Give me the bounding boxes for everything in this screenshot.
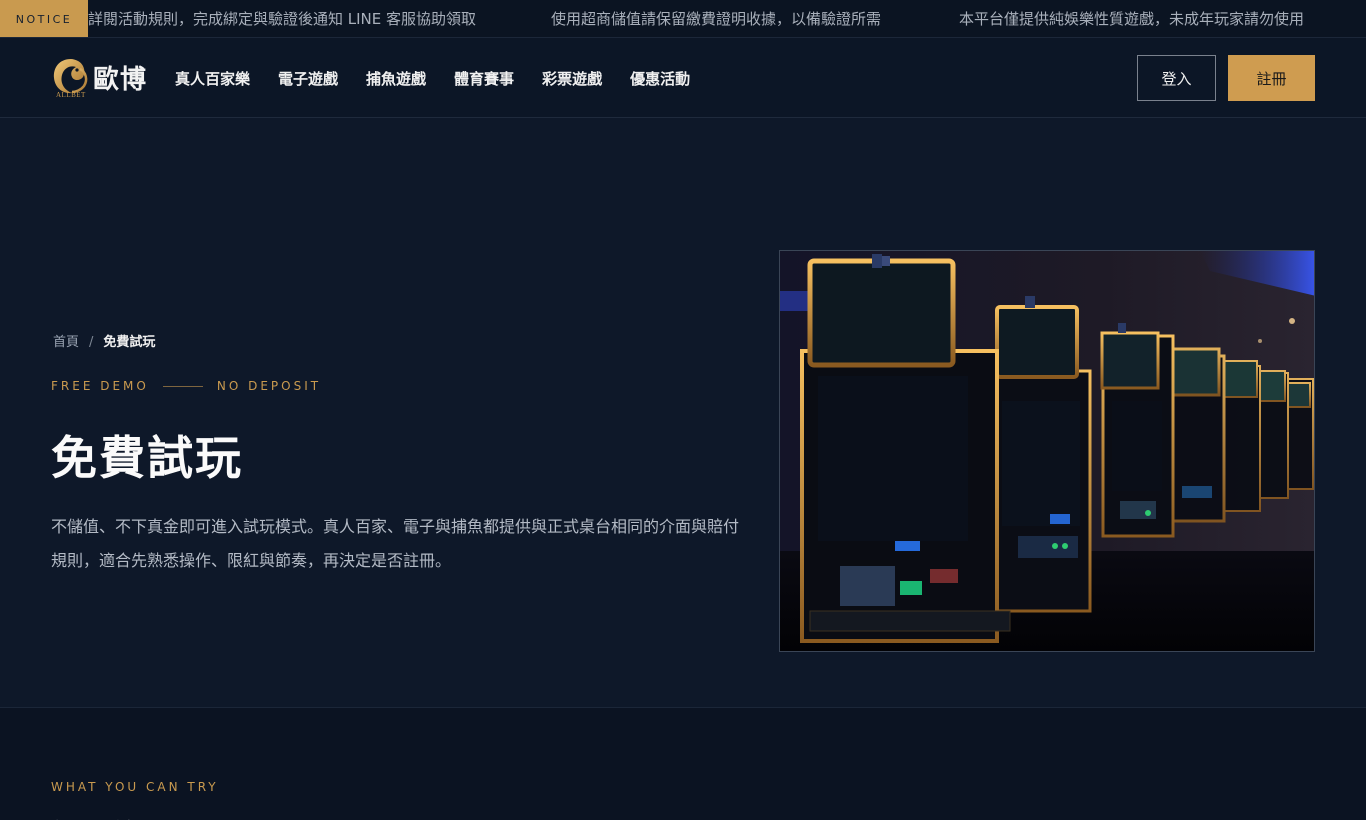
nav-slots[interactable]: 電子遊戲 bbox=[278, 68, 338, 89]
try-categories-section: WHAT YOU CAN TRY 試玩的三大分類 bbox=[0, 707, 1366, 820]
nav-lottery[interactable]: 彩票遊戲 bbox=[542, 68, 602, 89]
hero-eyebrow: FREE DEMO NO DEPOSIT bbox=[51, 379, 321, 393]
eyebrow-divider bbox=[162, 385, 203, 387]
slot-machines-photo bbox=[779, 250, 1315, 652]
site-header: 歐博 ALLBET 真人百家樂 電子遊戲 捕魚遊戲 體育賽事 彩票遊戲 優惠活動… bbox=[0, 38, 1366, 118]
breadcrumb: 首頁 / 免費試玩 bbox=[53, 331, 155, 350]
logo-subtext: ALLBET bbox=[56, 91, 86, 99]
nav-fishing[interactable]: 捕魚遊戲 bbox=[366, 68, 426, 89]
hero-section: 首頁 / 免費試玩 FREE DEMO NO DEPOSIT 免費試玩 不儲值、不下… bbox=[0, 119, 1366, 707]
main-nav: 真人百家樂 電子遊戲 捕魚遊戲 體育賽事 彩票遊戲 優惠活動 bbox=[175, 38, 718, 118]
breadcrumb-home[interactable]: 首頁 bbox=[53, 335, 79, 350]
hero-description: 不儲值、不下真金即可進入試玩模式。真人百家、電子與捕魚都提供與正式桌台相同的介面… bbox=[51, 517, 740, 570]
login-button[interactable]: 登入 bbox=[1137, 55, 1216, 101]
notice-item: 詳閱活動規則，完成綁定與驗證後通知 LINE 客服協助領取 bbox=[88, 10, 477, 28]
breadcrumb-current: 免費試玩 bbox=[103, 335, 156, 350]
notice-tag: NOTICE bbox=[0, 0, 88, 37]
site-logo[interactable]: 歐博 ALLBET bbox=[50, 56, 154, 102]
eyebrow-left: FREE DEMO bbox=[51, 379, 149, 393]
notice-item: 本平台僅提供純娛樂性質遊戲，未成年玩家請勿使用 bbox=[959, 10, 1305, 28]
nav-sports[interactable]: 體育賽事 bbox=[454, 68, 514, 89]
notice-bar: NOTICE 詳閱活動規則，完成綁定與驗證後通知 LINE 客服協助領取 使用超… bbox=[0, 0, 1366, 38]
page-title: 免費試玩 bbox=[51, 431, 243, 485]
notice-item: 使用超商儲值請保留繳費證明收據，以備驗證所需 bbox=[551, 10, 882, 28]
nav-live-baccarat[interactable]: 真人百家樂 bbox=[175, 68, 250, 89]
breadcrumb-separator: / bbox=[89, 335, 94, 350]
logo-text: 歐博 bbox=[93, 65, 148, 95]
nav-promotions[interactable]: 優惠活動 bbox=[630, 68, 690, 89]
register-button[interactable]: 註冊 bbox=[1228, 55, 1315, 101]
slot-machines-illustration bbox=[780, 251, 1314, 651]
section-title: 試玩的三大分類 bbox=[51, 811, 261, 820]
section-eyebrow: WHAT YOU CAN TRY bbox=[51, 780, 219, 794]
eyebrow-right: NO DEPOSIT bbox=[216, 379, 322, 393]
